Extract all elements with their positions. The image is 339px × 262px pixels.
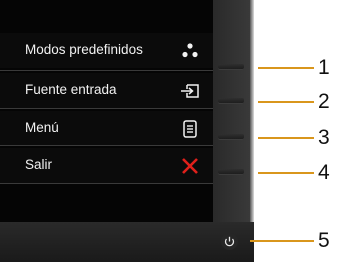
hardware-button-2[interactable] [218,98,244,104]
power-icon [224,236,235,247]
callout-number-1: 1 [318,56,330,79]
bezel-bottom [0,222,254,262]
hardware-button-4[interactable] [218,169,244,175]
menu-icon [183,120,197,138]
callout-number-5: 5 [318,229,330,252]
callout-line-3 [258,137,314,139]
osd-item-exit[interactable]: Salir [0,148,213,183]
osd-item-label: Fuente entrada [25,82,117,97]
osd-item-label: Modos predefinidos [25,42,143,57]
callout-line-5 [250,240,314,242]
osd-item-label: Salir [25,157,53,172]
osd-divider [0,183,213,184]
callout-line-4 [258,172,314,174]
preset-modes-icon [182,43,198,58]
callout-line-1 [258,67,314,69]
callout-number-3: 3 [318,126,330,149]
callout-number-2: 2 [318,90,330,113]
hardware-button-3[interactable] [218,134,244,140]
osd-item-menu[interactable]: Menú [0,111,213,146]
osd-item-label: Menú [25,120,59,135]
osd-item-preset-modes[interactable]: Modos predefinidos [0,33,213,68]
osd-divider [0,70,213,71]
osd-item-input-source[interactable]: Fuente entrada [0,73,213,108]
input-source-icon [181,84,199,98]
monitor-screen: Modos predefinidos Fuente entrada Menú S… [0,0,213,222]
callout-number-4: 4 [318,161,330,184]
exit-x-icon [182,158,198,174]
callout-line-2 [258,101,314,103]
hardware-button-1[interactable] [218,64,244,70]
power-button[interactable] [221,233,238,250]
osd-divider [0,145,213,146]
osd-divider [0,108,213,109]
